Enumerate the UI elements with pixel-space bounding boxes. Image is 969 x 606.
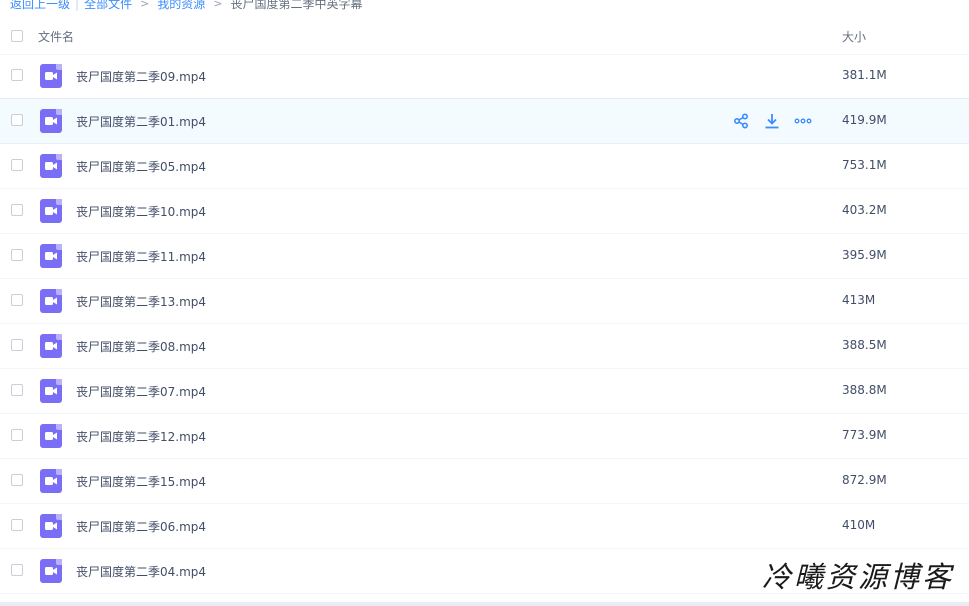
file-name[interactable]: 丧尸国度第二季11.mp4	[76, 248, 206, 265]
video-file-icon	[40, 109, 62, 133]
more-icon[interactable]	[794, 112, 812, 130]
file-row[interactable]: 丧尸国度第二季11.mp4 395.9M	[0, 234, 969, 279]
file-size: 410M	[842, 518, 876, 532]
file-row[interactable]: 丧尸国度第二季06.mp4 410M	[0, 504, 969, 549]
file-row[interactable]: 丧尸国度第二季13.mp4 413M	[0, 279, 969, 324]
file-row[interactable]: 丧尸国度第二季01.mp4 419.9M	[0, 98, 969, 144]
video-file-icon	[40, 469, 62, 493]
file-size: 381.1M	[842, 68, 887, 82]
file-row[interactable]: 丧尸国度第二季09.mp4 381.1M	[0, 54, 969, 99]
file-name[interactable]: 丧尸国度第二季06.mp4	[76, 518, 206, 535]
file-name[interactable]: 丧尸国度第二季04.mp4	[76, 563, 206, 580]
row-checkbox[interactable]	[11, 339, 23, 351]
row-checkbox[interactable]	[11, 474, 23, 486]
row-checkbox[interactable]	[11, 384, 23, 396]
file-size: 872.9M	[842, 473, 887, 487]
row-checkbox[interactable]	[11, 249, 23, 261]
list-header: 文件名 大小	[0, 18, 969, 55]
breadcrumb-arrow-icon: >	[140, 0, 150, 10]
file-name[interactable]: 丧尸国度第二季13.mp4	[76, 293, 206, 310]
row-checkbox[interactable]	[11, 294, 23, 306]
breadcrumb-arrow-icon: >	[213, 0, 223, 10]
file-name[interactable]: 丧尸国度第二季05.mp4	[76, 158, 206, 175]
watermark-text: 冷曦资源博客	[762, 560, 955, 594]
file-size: 403.2M	[842, 203, 887, 217]
file-list-page: 返回上一级 | 全部文件 > 我的资源 > 丧尸国度第二季中英字幕 文件名 大小…	[0, 0, 969, 606]
file-row[interactable]: 丧尸国度第二季05.mp4 753.1M	[0, 144, 969, 189]
file-name[interactable]: 丧尸国度第二季08.mp4	[76, 338, 206, 355]
file-size: 413M	[842, 293, 876, 307]
file-row[interactable]: 丧尸国度第二季08.mp4 388.5M	[0, 324, 969, 369]
video-file-icon	[40, 514, 62, 538]
row-checkbox[interactable]	[11, 519, 23, 531]
file-size: 395.9M	[842, 248, 887, 262]
video-file-icon	[40, 154, 62, 178]
video-file-icon	[40, 244, 62, 268]
file-name[interactable]: 丧尸国度第二季07.mp4	[76, 383, 206, 400]
share-icon[interactable]	[732, 112, 750, 130]
file-name[interactable]: 丧尸国度第二季09.mp4	[76, 68, 206, 85]
column-header-size[interactable]: 大小	[842, 28, 866, 45]
horizontal-scrollbar[interactable]	[0, 602, 969, 606]
current-folder: 丧尸国度第二季中英字幕	[230, 0, 363, 11]
row-checkbox[interactable]	[11, 159, 23, 171]
video-file-icon	[40, 379, 62, 403]
file-name[interactable]: 丧尸国度第二季01.mp4	[76, 113, 206, 130]
breadcrumb-separator: |	[75, 0, 80, 11]
video-file-icon	[40, 289, 62, 313]
video-file-icon	[40, 559, 62, 583]
video-file-icon	[40, 199, 62, 223]
download-icon[interactable]	[763, 112, 781, 130]
file-row[interactable]: 丧尸国度第二季12.mp4 773.9M	[0, 414, 969, 459]
file-size: 773.9M	[842, 428, 887, 442]
file-size: 753.1M	[842, 158, 887, 172]
row-checkbox[interactable]	[11, 114, 23, 126]
file-name[interactable]: 丧尸国度第二季10.mp4	[76, 203, 206, 220]
row-actions	[732, 112, 825, 130]
row-checkbox[interactable]	[11, 429, 23, 441]
file-row[interactable]: 丧尸国度第二季10.mp4 403.2M	[0, 189, 969, 234]
file-row[interactable]: 丧尸国度第二季15.mp4 872.9M	[0, 459, 969, 504]
file-size: 388.8M	[842, 383, 887, 397]
video-file-icon	[40, 334, 62, 358]
file-name[interactable]: 丧尸国度第二季15.mp4	[76, 473, 206, 490]
video-file-icon	[40, 424, 62, 448]
row-checkbox[interactable]	[11, 69, 23, 81]
all-files-link[interactable]: 全部文件	[84, 0, 132, 12]
back-link[interactable]: 返回上一级	[10, 0, 70, 12]
breadcrumb: 返回上一级 | 全部文件 > 我的资源 > 丧尸国度第二季中英字幕	[10, 0, 363, 12]
file-size: 419.9M	[842, 113, 887, 127]
file-name[interactable]: 丧尸国度第二季12.mp4	[76, 428, 206, 445]
row-checkbox[interactable]	[11, 204, 23, 216]
select-all-checkbox[interactable]	[11, 30, 23, 42]
file-row[interactable]: 丧尸国度第二季07.mp4 388.8M	[0, 369, 969, 414]
file-list: 丧尸国度第二季09.mp4 381.1M 丧尸国度第二季01.mp4 419.9…	[0, 54, 969, 594]
row-checkbox[interactable]	[11, 564, 23, 576]
file-size: 388.5M	[842, 338, 887, 352]
my-resources-link[interactable]: 我的资源	[157, 0, 205, 12]
column-header-name[interactable]: 文件名	[38, 28, 74, 45]
video-file-icon	[40, 64, 62, 88]
